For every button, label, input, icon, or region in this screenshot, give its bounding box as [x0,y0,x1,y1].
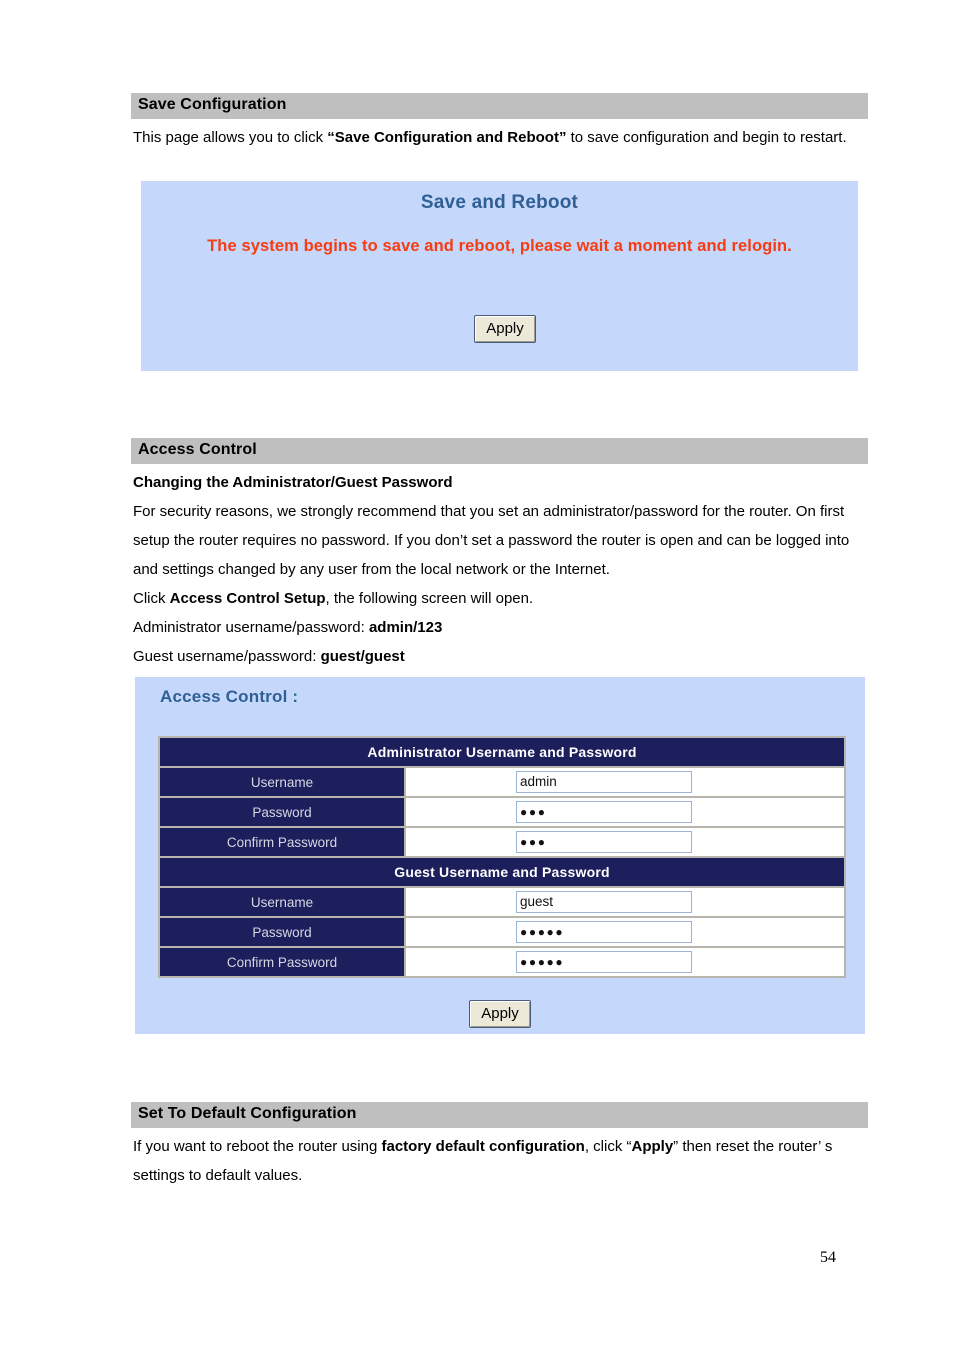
section-header-access-control: Access Control [131,438,868,464]
row-label-guest-password: Password [160,918,404,946]
row-value-admin-username: admin [406,768,844,796]
text-fragment: Guest username/password: [133,648,321,665]
admin-confirm-password-input[interactable]: ●●● [516,831,692,853]
table-row: Confirm Password ●●●●● [160,948,844,976]
table-row: Administrator Username and Password [160,738,844,766]
page-title-save-configuration: Save Configuration [138,96,287,113]
row-label-admin-confirm-password: Confirm Password [160,828,404,856]
document-page: Save Configuration This page allows you … [0,0,954,1350]
table-row: Username guest [160,888,844,916]
text-fragment: Click [133,590,170,607]
text-emphasis: factory default configuration [381,1138,585,1155]
row-label-guest-username: Username [160,888,404,916]
paragraph-set-to-default: If you want to reboot the router using f… [133,1132,873,1190]
row-label-admin-password: Password [160,798,404,826]
text-emphasis: guest/guest [320,648,405,665]
text-fragment: If you want to reboot the router using [133,1138,382,1155]
row-label-admin-username: Username [160,768,404,796]
text-emphasis: “Save Configuration and Reboot” [327,129,567,146]
text-fragment: to save configuration and begin to resta… [566,129,847,146]
status-message-reboot-notice: The system begins to save and reboot, pl… [207,237,792,255]
section-header-save-configuration: Save Configuration [131,93,868,119]
page-title-set-to-default: Set To Default Configuration [138,1105,357,1122]
table-row: Username admin [160,768,844,796]
row-value-admin-password: ●●● [406,798,844,826]
apply-button-save-reboot[interactable]: Apply [474,315,536,343]
row-value-guest-password: ●●●●● [406,918,844,946]
admin-username-input[interactable]: admin [516,771,692,793]
access-control-panel: Access Control : Administrator Username … [135,677,865,1034]
paragraph-guest-credentials: Guest username/password: guest/guest [133,642,873,671]
row-label-guest-confirm-password: Confirm Password [160,948,404,976]
text-fragment: , the following screen will open. [325,590,534,607]
panel-title-access-control: Access Control : [160,687,299,706]
text-emphasis: Access Control Setup [169,590,326,607]
page-title-access-control: Access Control [138,441,257,458]
page-number: 54 [820,1249,836,1266]
table-row: Guest Username and Password [160,858,844,886]
guest-password-input[interactable]: ●●●●● [516,921,692,943]
paragraph-access-control-setup: Click Access Control Setup, the followin… [133,584,873,613]
guest-confirm-password-input[interactable]: ●●●●● [516,951,692,973]
table-row: Password ●●● [160,798,844,826]
text-emphasis: admin/123 [368,619,443,636]
table-row: Password ●●●●● [160,918,844,946]
paragraph-save-configuration: This page allows you to click “Save Conf… [133,123,873,152]
paragraph-security-reasons: For security reasons, we strongly recomm… [133,503,850,578]
table-group-header-guest: Guest Username and Password [160,858,844,886]
access-control-table: Administrator Username and Password User… [158,736,846,978]
text-emphasis: Changing the Administrator/Guest Passwor… [133,474,453,491]
admin-password-input[interactable]: ●●● [516,801,692,823]
text-fragment: Administrator username/password: [133,619,369,636]
text-fragment: This page allows you to click [133,129,328,146]
panel-title-save-and-reboot: Save and Reboot [420,192,579,213]
section-header-set-to-default: Set To Default Configuration [131,1102,868,1128]
row-value-admin-confirm-password: ●●● [406,828,844,856]
row-value-guest-confirm-password: ●●●●● [406,948,844,976]
table-group-header-administrator: Administrator Username and Password [160,738,844,766]
apply-button-access-control[interactable]: Apply [469,1000,531,1028]
subheading-changing-password: Changing the Administrator/Guest Passwor… [133,468,873,497]
row-value-guest-username: guest [406,888,844,916]
table-row: Confirm Password ●●● [160,828,844,856]
text-fragment: , click “ [584,1138,632,1155]
guest-username-input[interactable]: guest [516,891,692,913]
save-and-reboot-panel: Save and Reboot The system begins to sav… [141,181,858,371]
text-emphasis: Apply [631,1138,674,1155]
paragraph-administrator-credentials: Administrator username/password: admin/1… [133,613,873,642]
